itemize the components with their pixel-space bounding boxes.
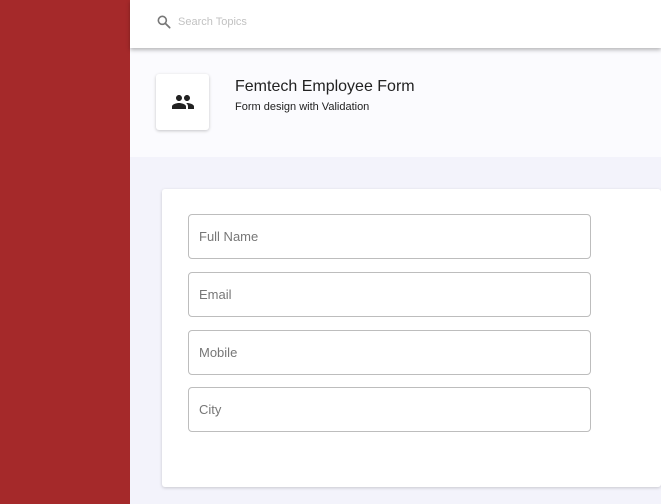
page-title: Femtech Employee Form bbox=[235, 78, 415, 95]
search-input[interactable] bbox=[178, 12, 478, 32]
sidebar bbox=[0, 0, 130, 504]
people-icon bbox=[171, 95, 194, 109]
city-field[interactable] bbox=[188, 387, 591, 432]
employee-form-card bbox=[162, 189, 661, 487]
page-header: Femtech Employee Form Form design with V… bbox=[130, 48, 661, 157]
page-subtitle: Form design with Validation bbox=[235, 101, 370, 113]
header-icon-card bbox=[156, 74, 209, 130]
search-icon bbox=[157, 15, 171, 29]
full-name-field[interactable] bbox=[188, 214, 591, 259]
email-field[interactable] bbox=[188, 272, 591, 317]
mobile-field[interactable] bbox=[188, 330, 591, 375]
top-bar bbox=[130, 0, 661, 48]
